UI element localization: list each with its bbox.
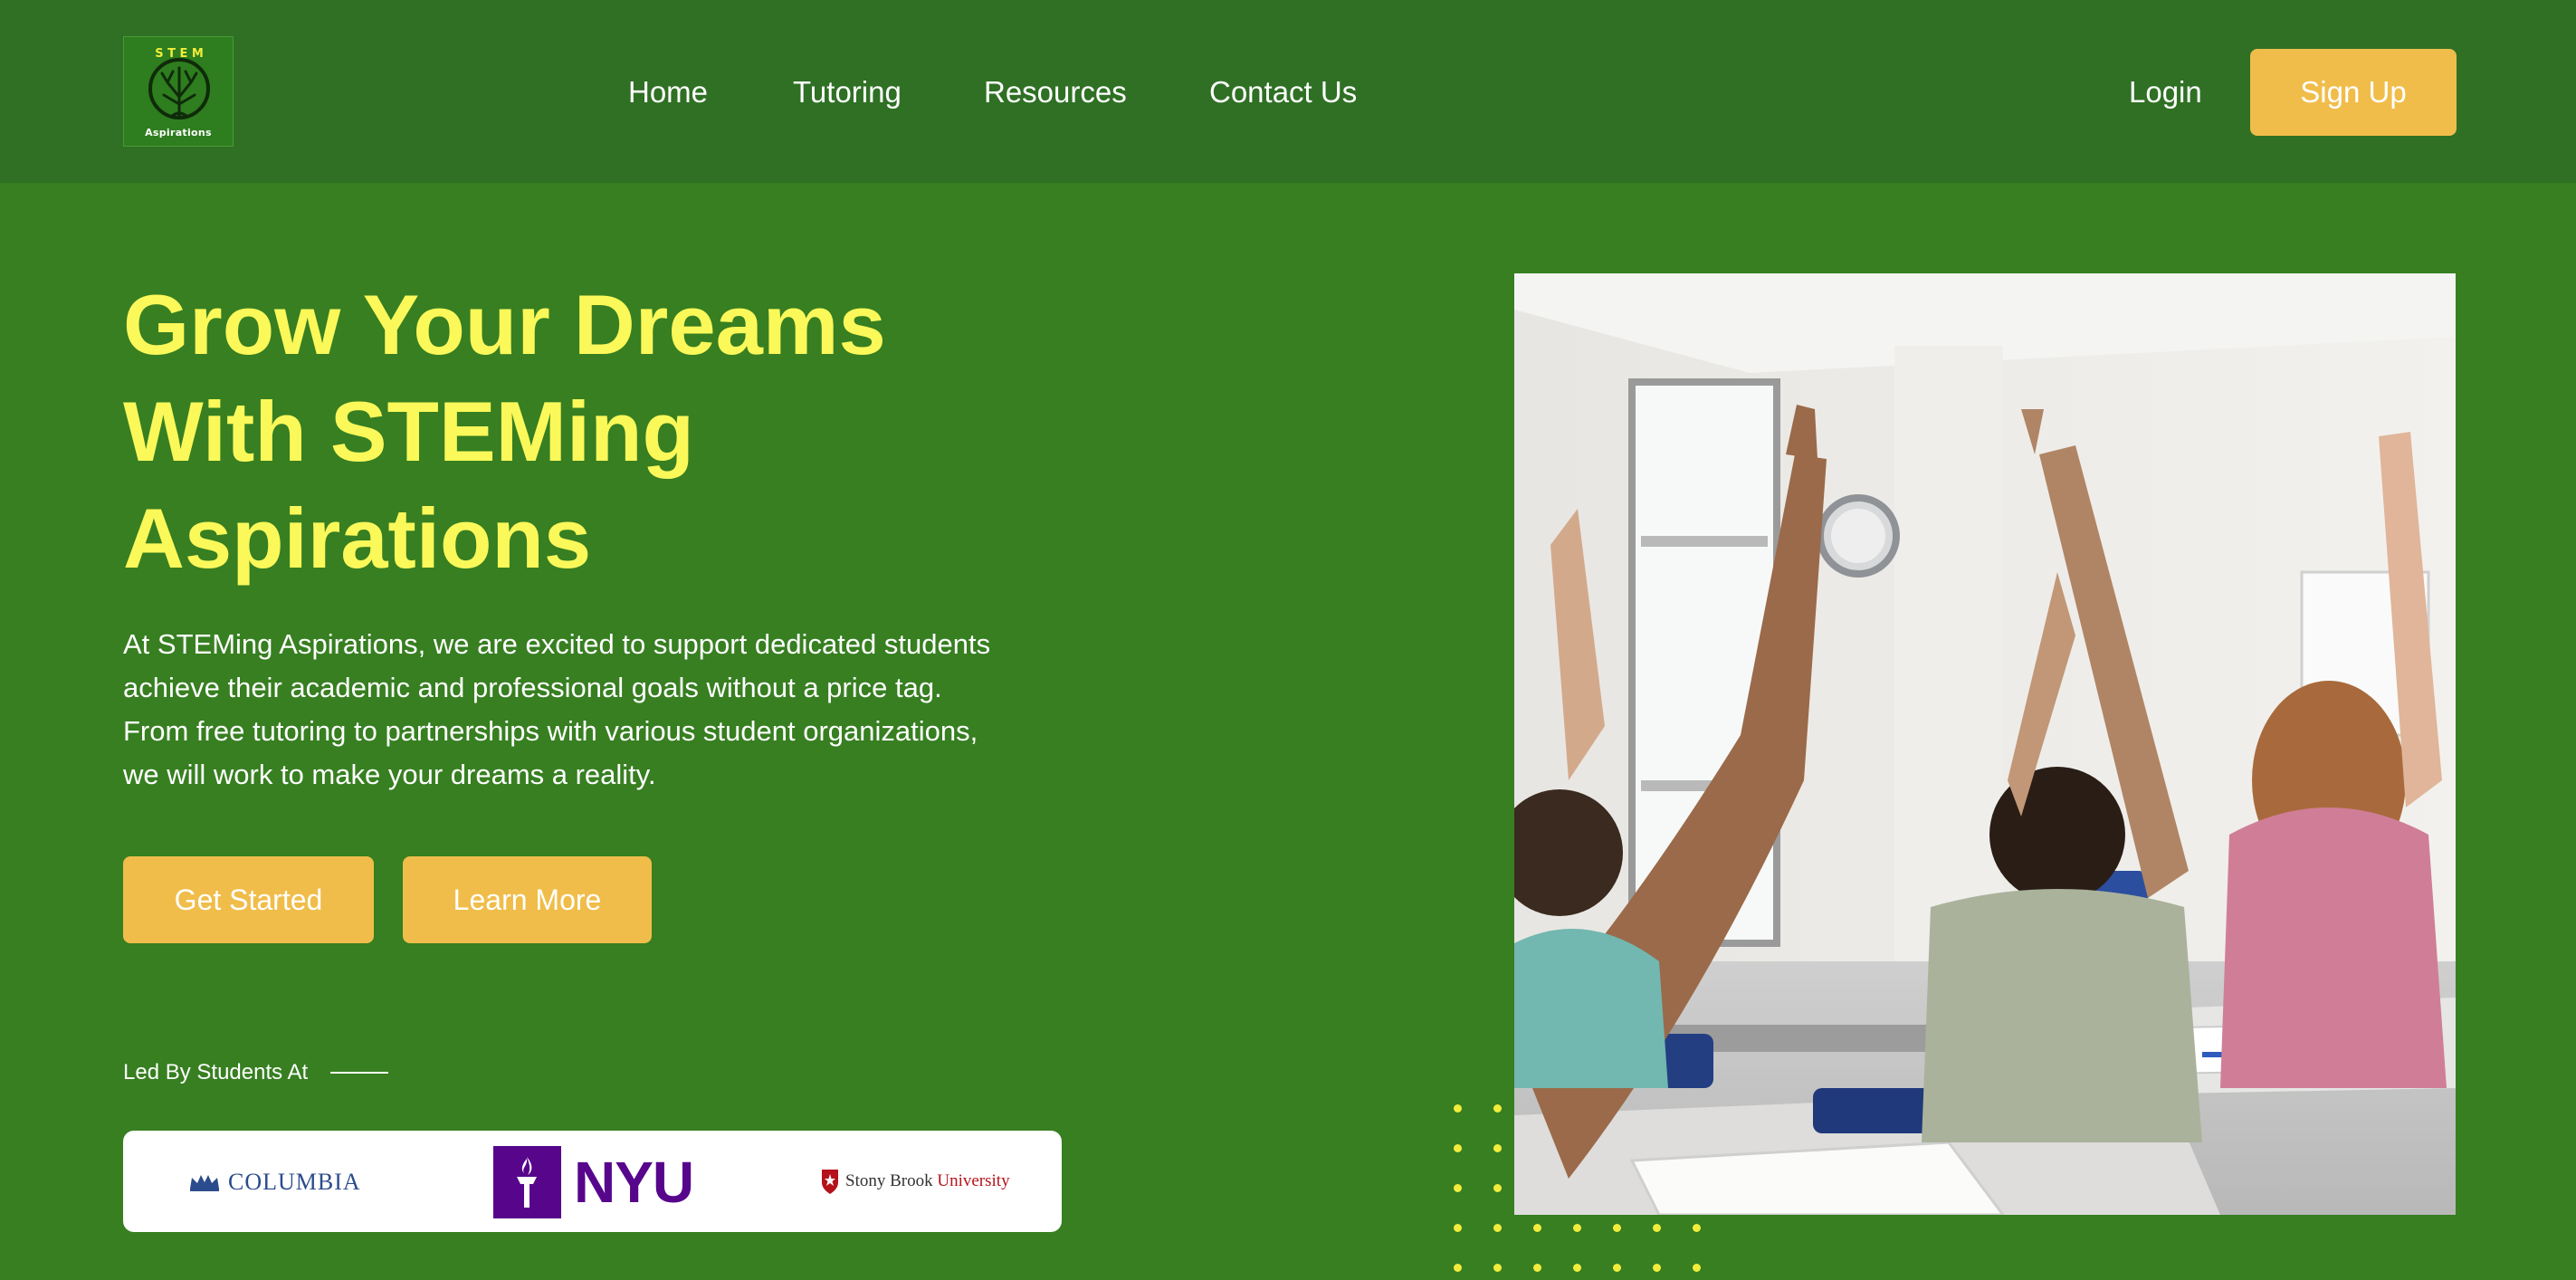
nyu-wordmark: NYU	[574, 1150, 694, 1215]
decor-dot	[1613, 1264, 1621, 1272]
decor-dot	[1493, 1264, 1502, 1272]
landing-page: S T E M Aspirations Home Tutoring Resour…	[0, 0, 2576, 1280]
learn-more-button[interactable]: Learn More	[403, 856, 652, 943]
decor-dot	[1493, 1224, 1502, 1232]
led-by-divider	[330, 1072, 388, 1074]
decor-dot	[1613, 1224, 1621, 1232]
nyu-torch-icon	[493, 1146, 561, 1218]
partner-universities-card: COLUMBIA NYU Stony Brook University	[123, 1131, 1062, 1232]
nav-link-contact-us[interactable]: Contact Us	[1209, 71, 1357, 114]
login-link[interactable]: Login	[2129, 71, 2202, 114]
hero-headline-line-3: Aspirations	[123, 491, 592, 586]
sign-up-button[interactable]: Sign Up	[2250, 49, 2457, 136]
led-by-label: Led By Students At	[123, 1060, 309, 1084]
nyu-logo: NYU	[493, 1146, 694, 1218]
nav-link-home[interactable]: Home	[628, 71, 708, 114]
decor-dot	[1493, 1184, 1502, 1192]
decor-dot	[1454, 1144, 1462, 1152]
stony-brook-wordmark: Stony Brook University	[845, 1171, 1010, 1191]
decor-dot	[1653, 1264, 1661, 1272]
hero-headline-line-1: Grow Your Dreams	[123, 277, 886, 372]
hero-description: At STEMing Aspirations, we are excited t…	[123, 628, 991, 790]
stony-brook-university-suffix: University	[937, 1171, 1010, 1190]
nav-link-tutoring[interactable]: Tutoring	[793, 71, 902, 114]
columbia-logo: COLUMBIA	[188, 1167, 361, 1198]
decor-dot	[1454, 1264, 1462, 1272]
decor-dot	[1693, 1224, 1701, 1232]
decor-dot	[1573, 1264, 1581, 1272]
stem-aspirations-logo[interactable]: S T E M Aspirations	[123, 36, 234, 147]
logo-bottom-text: Aspirations	[145, 127, 212, 139]
stony-brook-shield-icon	[822, 1170, 838, 1194]
decor-dot	[1454, 1224, 1462, 1232]
decor-dot	[1493, 1144, 1502, 1152]
hero-headline-line-2: With STEMing	[123, 384, 694, 479]
decor-dot	[1533, 1224, 1541, 1232]
get-started-button[interactable]: Get Started	[123, 856, 374, 943]
top-navbar: S T E M Aspirations Home Tutoring Resour…	[0, 0, 2576, 183]
classroom-hero-image	[1514, 273, 2456, 1215]
stony-brook-logo: Stony Brook University	[820, 1165, 1010, 1198]
hero-headline: Grow Your Dreams With STEMing Aspiration…	[123, 272, 1119, 592]
decor-dot	[1533, 1264, 1541, 1272]
columbia-crown-icon	[190, 1175, 219, 1191]
decor-dot	[1573, 1224, 1581, 1232]
decor-dot	[1454, 1104, 1462, 1113]
decor-dot	[1454, 1184, 1462, 1192]
nav-link-resources[interactable]: Resources	[984, 71, 1127, 114]
columbia-wordmark: COLUMBIA	[228, 1169, 361, 1195]
decor-dot	[1653, 1224, 1661, 1232]
decor-dot	[1493, 1104, 1502, 1113]
decor-dot	[1693, 1264, 1701, 1272]
stony-brook-name: Stony Brook	[845, 1171, 933, 1190]
